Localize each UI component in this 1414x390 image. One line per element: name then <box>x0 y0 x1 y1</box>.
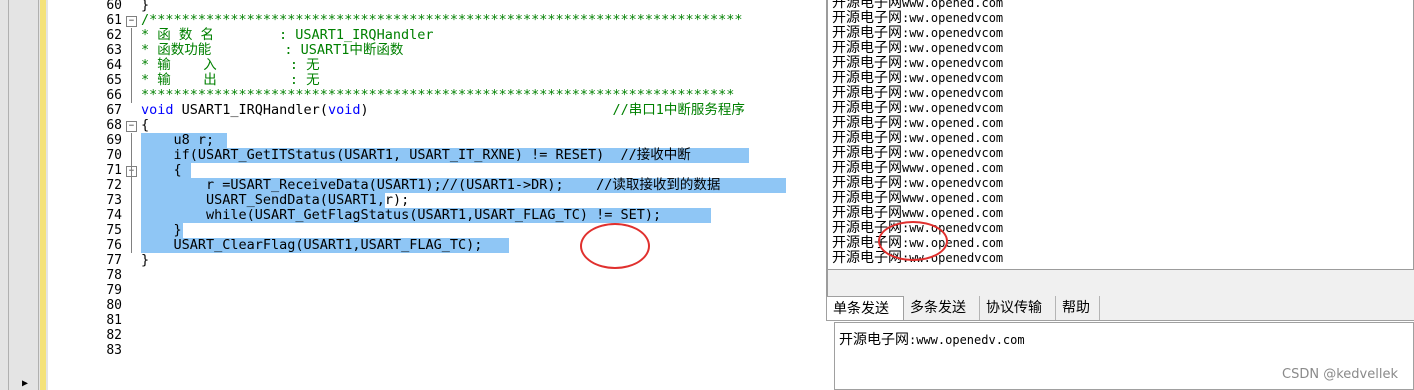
code-line: { <box>141 162 182 178</box>
code-line: ****************************************… <box>141 87 735 103</box>
panel-divider <box>826 270 1414 296</box>
line-number: 72 <box>106 178 122 193</box>
terminal-line: 开源电子网:ww.openedvcom <box>832 145 1004 161</box>
line-number: 65 <box>106 73 122 88</box>
line-number: 62 <box>106 28 122 43</box>
terminal-line: 开源电子网:ww.opened.com <box>832 130 1004 146</box>
terminal-line: 开源电子网:ww.openedvcom <box>832 55 1004 71</box>
code-line: * 输 出 : 无 <box>141 72 320 88</box>
tab-help[interactable]: 帮助 <box>1056 296 1100 320</box>
line-number: 73 <box>106 193 122 208</box>
tab-multi-send[interactable]: 多条发送 <box>904 296 980 320</box>
fold-toggle-icon[interactable]: − <box>126 121 137 132</box>
terminal-line: 开源电子网www.opened.com <box>832 160 1004 176</box>
line-number: 80 <box>106 298 122 313</box>
annotation-circle-terminal <box>878 221 948 261</box>
annotation-circle-code <box>580 223 650 269</box>
gutter-divider <box>38 0 39 390</box>
watermark: CSDN @kedvellek <box>1282 367 1398 382</box>
line-number: 68 <box>106 118 122 133</box>
gutter-highlight <box>40 0 46 390</box>
code-editor[interactable]: 60 61 62 63 64 65 66 67 68 69 70 71 72 73 74 75 76 77 78 79… <box>48 0 826 390</box>
line-number: 67 <box>106 103 122 118</box>
code-line: if(USART_GetITStatus(USART1, USART_IT_RX… <box>141 147 691 163</box>
terminal-line: 开源电子网:ww.openedvcom <box>832 25 1004 41</box>
line-number: 69 <box>106 133 122 148</box>
line-number: 61 <box>106 13 122 28</box>
line-number: 79 <box>106 283 122 298</box>
code-line: /***************************************… <box>141 12 743 28</box>
send-text-prefix: 开源电子网 <box>839 332 909 348</box>
terminal-line: 开源电子网www.opened.com <box>832 190 1004 206</box>
terminal-line: 开源电子网:ww.openedvcom <box>832 175 1004 191</box>
fold-toggle-icon[interactable]: − <box>126 16 137 27</box>
terminal-line: 开源电子网:ww.openedvcom <box>832 100 1004 116</box>
line-number: 83 <box>106 343 122 358</box>
code-line: r =USART_ReceiveData(USART1);//(USART1->… <box>141 177 721 193</box>
code-line: } <box>141 222 182 238</box>
line-number: 66 <box>106 88 122 103</box>
tab-protocol[interactable]: 协议传输 <box>980 296 1056 320</box>
code-line: while(USART_GetFlagStatus(USART1,USART_F… <box>141 207 662 223</box>
code-line: u8 r; <box>141 132 215 148</box>
code-line: { <box>141 117 150 133</box>
line-number: 63 <box>106 43 122 58</box>
line-number: 76 <box>106 238 122 253</box>
send-text: 开源电子网:www.openedv.com <box>839 329 1025 349</box>
line-number: 82 <box>106 328 122 343</box>
code-line: void USART1_IRQHandler(void) //串口1中断服务程序 <box>141 102 745 118</box>
code-line: } <box>141 252 150 268</box>
line-number: 78 <box>106 268 122 283</box>
line-number: 75 <box>106 223 122 238</box>
code-line: * 输 入 : 无 <box>141 57 320 73</box>
code-line: * 函数功能 : USART1中断函数 <box>141 42 404 58</box>
fold-guide <box>131 28 132 103</box>
code-line: * 函 数 名 : USART1_IRQHandler <box>141 27 434 43</box>
fold-guide <box>131 133 132 253</box>
line-number: 77 <box>106 253 122 268</box>
scroll-arrow-icon[interactable]: ▶ <box>22 378 28 390</box>
terminal-line: 开源电子网:ww.openedvcom <box>832 10 1004 26</box>
terminal-line: 开源电子网www.opened.com <box>832 205 1004 221</box>
send-tabs: 单条发送 多条发送 协议传输 帮助 <box>826 296 1414 321</box>
terminal-line: 开源电子网:ww.opened.com <box>832 115 1004 131</box>
code-line: USART_ClearFlag(USART1,USART_FLAG_TC); <box>141 237 483 253</box>
line-number-gutter: 60 61 62 63 64 65 66 67 68 69 70 71 72 73 74 75 76 77 78 79… <box>48 0 122 390</box>
tab-single-send[interactable]: 单条发送 <box>826 296 904 320</box>
line-number: 64 <box>106 58 122 73</box>
send-text-rest: :www.openedv.com <box>909 333 1025 347</box>
line-number: 70 <box>106 148 122 163</box>
line-number: 81 <box>106 313 122 328</box>
line-number: 60 <box>106 0 122 13</box>
line-number: 74 <box>106 208 122 223</box>
gutter-divider <box>8 0 9 390</box>
line-number: 71 <box>106 163 122 178</box>
terminal-line: 开源电子网:ww.openedvcom <box>832 85 1004 101</box>
terminal-line: 开源电子网:ww.openedvcom <box>832 40 1004 56</box>
code-line: USART_SendData(USART1,r); <box>141 192 410 208</box>
left-gutter-strip: ▶ <box>0 0 48 390</box>
terminal-line: 开源电子网:ww.openedvcom <box>832 70 1004 86</box>
